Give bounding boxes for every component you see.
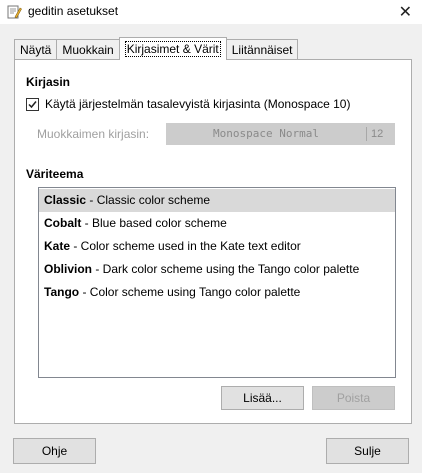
- add-scheme-button[interactable]: Lisää...: [221, 386, 304, 410]
- editor-font-label: Muokkaimen kirjasin:: [37, 127, 150, 141]
- tab-nayta[interactable]: Näytä: [14, 39, 58, 60]
- color-scheme-list[interactable]: Classic - Classic color scheme Cobalt - …: [38, 187, 396, 378]
- text-editor-icon: [6, 4, 22, 20]
- list-item-oblivion[interactable]: Oblivion - Dark color scheme using the T…: [39, 258, 395, 281]
- list-item-kate[interactable]: Kate - Color scheme used in the Kate tex…: [39, 235, 395, 258]
- system-font-checkbox-label[interactable]: Käytä järjestelmän tasalevyistä kirjasin…: [45, 97, 350, 111]
- editor-font-name: Monospace Normal: [213, 127, 319, 140]
- list-item-cobalt[interactable]: Cobalt - Blue based color scheme: [39, 212, 395, 235]
- close-button[interactable]: Sulje: [326, 438, 409, 464]
- tab-liitannaiset[interactable]: Liitännäiset: [225, 39, 299, 60]
- scheme-section-title: Väriteema: [26, 167, 84, 181]
- tab-muokkain[interactable]: Muokkain: [56, 39, 120, 60]
- font-button-separator: [366, 127, 367, 141]
- font-section-title: Kirjasin: [26, 75, 71, 89]
- remove-scheme-button[interactable]: Poista: [312, 386, 395, 410]
- tab-kirjasimet-varit[interactable]: Kirjasimet & Värit: [118, 37, 227, 60]
- title-bar: geditin asetukset ✕: [0, 0, 422, 24]
- check-icon: [28, 101, 37, 109]
- list-item-tango[interactable]: Tango - Color scheme using Tango color p…: [39, 281, 395, 304]
- help-button[interactable]: Ohje: [13, 438, 96, 464]
- close-icon[interactable]: ✕: [399, 2, 412, 22]
- editor-font-size: 12: [371, 128, 384, 140]
- window-title: geditin asetukset: [28, 4, 119, 18]
- system-font-checkbox[interactable]: [26, 98, 39, 111]
- list-item-classic[interactable]: Classic - Classic color scheme: [39, 189, 395, 212]
- tab-bar: Näytä Muokkain Kirjasimet & Värit Liitän…: [14, 37, 299, 60]
- editor-font-button[interactable]: Monospace Normal 12: [166, 123, 395, 145]
